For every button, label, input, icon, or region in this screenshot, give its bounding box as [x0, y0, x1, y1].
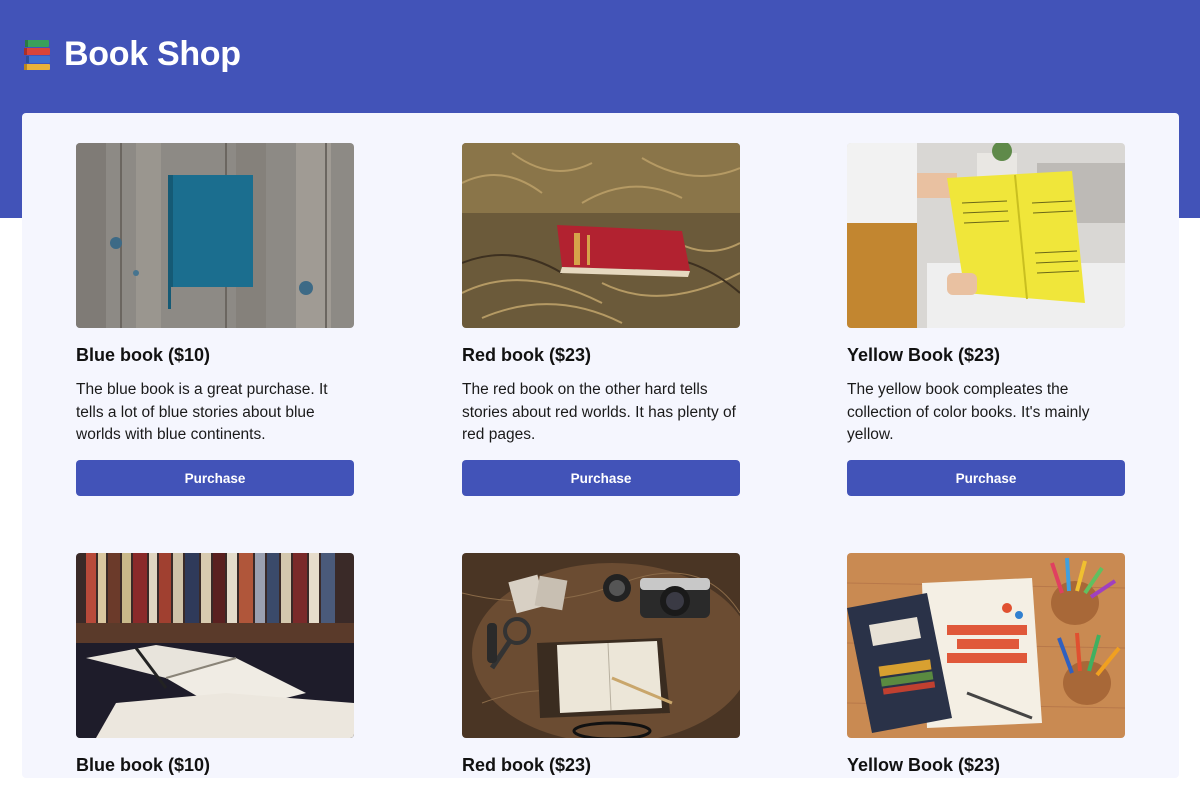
- open-book-library-image[interactable]: [76, 553, 354, 738]
- maths-activities-book-image[interactable]: [847, 553, 1125, 738]
- blue-book-on-wood-image[interactable]: [76, 143, 354, 328]
- purchase-button[interactable]: Purchase: [76, 460, 354, 496]
- product-card: Red book ($23): [462, 553, 740, 776]
- purchase-button[interactable]: Purchase: [847, 460, 1125, 496]
- product-card: Yellow Book ($23) The yellow book comple…: [847, 143, 1125, 496]
- travel-notebook-camera-image[interactable]: [462, 553, 740, 738]
- product-card: Red book ($23) The red book on the other…: [462, 143, 740, 496]
- books-icon: [24, 40, 50, 70]
- page-title: Book Shop: [64, 34, 241, 73]
- brand[interactable]: Book Shop: [22, 34, 241, 74]
- product-title: Red book ($23): [462, 755, 592, 775]
- product-description: The yellow book compleates the collectio…: [847, 381, 1090, 443]
- product-title: Blue book ($10): [76, 755, 211, 775]
- product-title: Blue book ($10): [76, 345, 211, 365]
- red-book-in-grass-image[interactable]: [462, 143, 740, 328]
- product-card: Blue book ($10): [76, 553, 354, 776]
- product-card: Yellow Book ($23): [847, 553, 1125, 776]
- product-card: Blue book ($10) The blue book is a great…: [76, 143, 354, 496]
- product-description: The red book on the other hard tells sto…: [462, 381, 736, 443]
- product-title: Yellow Book ($23): [847, 755, 1001, 775]
- product-title: Yellow Book ($23): [847, 345, 1001, 365]
- purchase-button[interactable]: Purchase: [462, 460, 740, 496]
- yellow-book-reader-image[interactable]: [847, 143, 1125, 328]
- product-title: Red book ($23): [462, 345, 592, 365]
- product-description: The blue book is a great purchase. It te…: [76, 381, 328, 443]
